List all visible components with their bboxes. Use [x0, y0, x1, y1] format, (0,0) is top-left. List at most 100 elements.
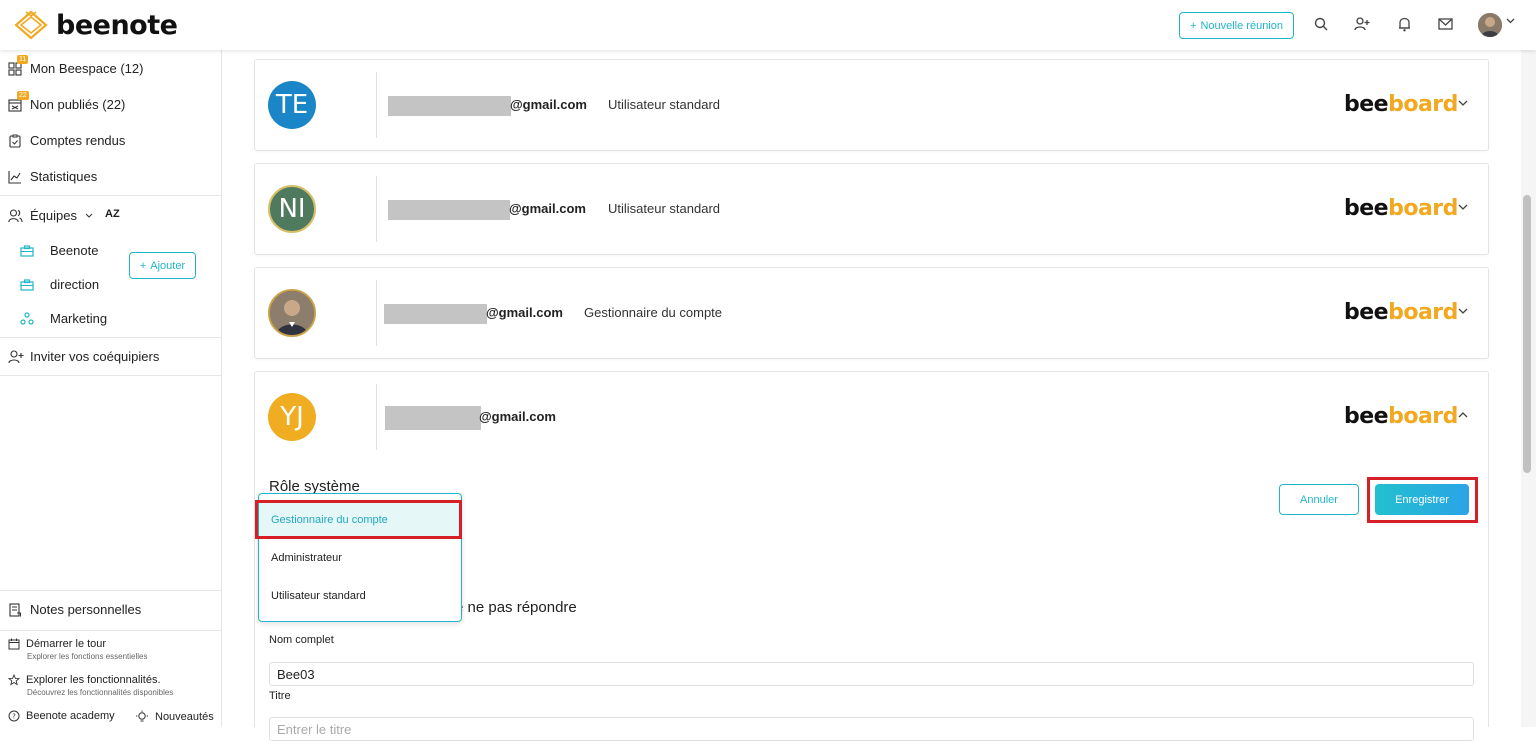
sidebar-item-label: Statistiques [30, 169, 98, 184]
beeboard-logo: beeboard [1344, 300, 1458, 325]
title-label: Titre [269, 690, 291, 702]
full-name-field[interactable]: Bee03 [269, 662, 1474, 686]
avatar: YJ [268, 393, 316, 441]
chevron-down-icon[interactable] [1458, 204, 1468, 210]
calendar-icon [8, 638, 20, 650]
team-label: Marketing [50, 311, 108, 326]
explore-subtitle: Découvrez les fonctionnalités disponible… [27, 688, 174, 697]
avatar [268, 289, 316, 337]
sidebar-item-minutes[interactable]: Comptes rendus [8, 133, 125, 148]
team-label: Beenote [50, 243, 99, 258]
divider [0, 590, 222, 591]
start-tour-link[interactable]: Démarrer le tour Explorer les fonctions … [8, 638, 148, 661]
dropdown-option-standard-user[interactable]: Utilisateur standard [259, 578, 461, 614]
chevron-down-icon[interactable] [1506, 18, 1515, 24]
divider [376, 280, 377, 346]
add-user-icon[interactable] [1353, 15, 1371, 33]
sidebar-item-unpublished[interactable]: 22 Non publiés (22) [8, 90, 126, 112]
title-field[interactable]: Entrer le titre [269, 717, 1474, 741]
team-label: direction [50, 277, 100, 292]
academy-link[interactable]: ? Beenote academy [8, 710, 115, 722]
tour-subtitle: Explorer les fonctions essentielles [27, 652, 148, 661]
sort-az-button[interactable]: AZ [105, 208, 120, 220]
news-label: Nouveautés [155, 711, 214, 723]
divider [0, 195, 222, 196]
user-email: @gmail.com [479, 409, 556, 424]
add-user-icon [8, 349, 24, 364]
highlight-box [1367, 477, 1478, 523]
divider [376, 176, 377, 242]
briefcase-icon [20, 278, 34, 291]
academy-label: Beenote academy [26, 710, 115, 722]
new-meeting-label: Nouvelle réunion [1200, 19, 1283, 32]
invite-teammates-link[interactable]: Inviter vos coéquipiers [8, 349, 159, 364]
mail-icon[interactable] [1436, 15, 1454, 33]
chevron-down-icon[interactable] [1458, 100, 1468, 106]
avatar: NI [268, 185, 316, 233]
avatar: TE [268, 81, 316, 129]
divider [376, 72, 377, 138]
user-card[interactable]: TE @gmail.com Utilisateur standard beebo… [254, 59, 1489, 151]
team-item-marketing[interactable]: Marketing [20, 311, 107, 326]
search-icon[interactable] [1312, 15, 1330, 33]
team-item-direction[interactable]: direction [20, 277, 99, 292]
chart-icon [8, 170, 22, 184]
beenote-logo[interactable]: beenote [12, 9, 178, 41]
teams-label: Équipes [30, 208, 77, 223]
divider [0, 375, 222, 376]
add-team-button[interactable]: + Ajouter [129, 252, 196, 279]
user-card[interactable]: NI @gmail.com Utilisateur standard beebo… [254, 163, 1489, 255]
sidebar-item-statistics[interactable]: Statistiques [8, 169, 97, 184]
beeboard-logo: beeboard [1344, 404, 1458, 429]
unpublished-badge: 22 [17, 90, 29, 100]
main-content: TE @gmail.com Utilisateur standard beebo… [223, 50, 1521, 727]
personal-notes-link[interactable]: Notes personnelles [8, 602, 141, 617]
plus-icon: + [1190, 19, 1197, 32]
scrollbar-thumb[interactable] [1523, 195, 1531, 473]
user-email: @gmail.com [510, 97, 587, 112]
svg-text:?: ? [12, 713, 16, 721]
network-icon [20, 312, 34, 325]
divider [0, 337, 222, 338]
sidebar-item-label: Mon Beespace (12) [30, 61, 144, 76]
invite-label: Inviter vos coéquipiers [30, 349, 160, 364]
team-item-beenote[interactable]: Beenote [20, 243, 98, 258]
logo-text: beenote [56, 9, 178, 41]
user-role: Utilisateur standard [608, 201, 720, 216]
profile-photo [270, 291, 314, 335]
new-meeting-button[interactable]: + Nouvelle réunion [1179, 12, 1294, 39]
sidebar-item-label: Non publiés (22) [30, 97, 126, 112]
bell-icon[interactable] [1395, 15, 1413, 33]
chevron-up-icon[interactable] [1458, 412, 1468, 418]
cancel-button[interactable]: Annuler [1279, 484, 1359, 515]
news-link[interactable]: Nouveautés [135, 710, 214, 724]
lightbulb-icon [136, 710, 148, 722]
add-team-label: Ajouter [150, 259, 186, 272]
teams-header[interactable]: Équipes [8, 208, 93, 223]
beeboard-logo: beeboard [1344, 92, 1458, 117]
divider [0, 630, 222, 631]
user-email: @gmail.com [509, 201, 586, 216]
help-circle-icon: ? [8, 710, 20, 722]
dropdown-option-administrator[interactable]: Administrateur [259, 540, 461, 576]
star-icon [8, 674, 20, 686]
redacted-email [388, 96, 511, 116]
user-avatar[interactable] [1478, 13, 1502, 37]
team-icon [8, 208, 23, 223]
bee-logo-icon [14, 10, 48, 40]
chevron-down-icon[interactable] [1458, 308, 1468, 314]
plus-icon: + [139, 259, 147, 272]
redacted-email [385, 406, 481, 430]
briefcase-icon [20, 244, 34, 257]
beespace-badge: 11 [17, 54, 29, 64]
sidebar: 11 Mon Beespace (12) 22 Non publiés (22)… [0, 50, 222, 727]
redacted-email [388, 200, 510, 220]
explore-features-link[interactable]: Explorer les fonctionnalités. Découvrez … [8, 674, 173, 697]
notes-label: Notes personnelles [30, 602, 142, 617]
calendar-icon: 22 [8, 90, 29, 112]
sidebar-item-beespace[interactable]: 11 Mon Beespace (12) [8, 54, 144, 76]
full-name-label: Nom complet [269, 634, 334, 646]
user-card[interactable]: @gmail.com Gestionnaire du compte beeboa… [254, 267, 1489, 359]
redacted-email [384, 304, 487, 324]
grid-icon: 11 [8, 54, 29, 76]
